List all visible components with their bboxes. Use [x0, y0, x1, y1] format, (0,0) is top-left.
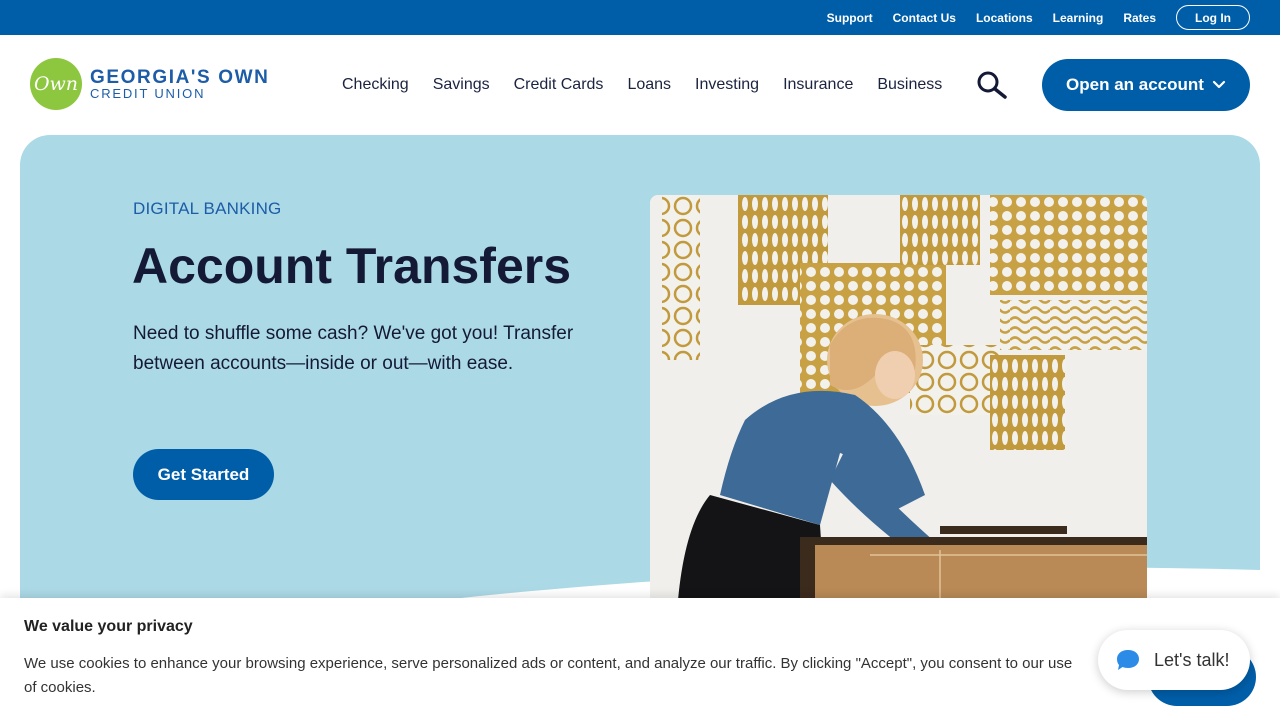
nav-item-investing[interactable]: Investing [695, 76, 759, 94]
utility-link-support[interactable]: Support [827, 11, 873, 25]
utility-links: Support Contact Us Locations Learning Ra… [807, 0, 1250, 35]
main-header: Own GEORGIA'S OWN CREDIT UNION Checking … [0, 35, 1280, 135]
hero-eyebrow: DIGITAL BANKING [133, 199, 282, 218]
search-icon [977, 71, 1007, 99]
logo-mark: Own [30, 58, 82, 110]
chat-bubble-icon [1117, 650, 1139, 670]
utility-link-learning[interactable]: Learning [1053, 11, 1104, 25]
open-account-label: Open an account [1066, 75, 1204, 94]
nav-item-credit-cards[interactable]: Credit Cards [514, 76, 604, 94]
page-title: Account Transfers [132, 238, 572, 294]
nav-item-insurance[interactable]: Insurance [783, 76, 853, 94]
site-logo[interactable]: Own GEORGIA'S OWN CREDIT UNION [30, 58, 269, 110]
chevron-down-icon [1212, 80, 1226, 89]
cookie-title: We value your privacy [24, 618, 193, 635]
utility-link-rates[interactable]: Rates [1123, 11, 1156, 25]
logo-wordmark: GEORGIA'S OWN CREDIT UNION [90, 68, 269, 101]
open-account-button[interactable]: Open an account [1042, 59, 1250, 111]
utility-link-locations[interactable]: Locations [976, 11, 1033, 25]
utility-bar: Support Contact Us Locations Learning Ra… [0, 0, 1280, 35]
cookie-text: We use cookies to enhance your browsing … [24, 655, 1073, 696]
get-started-button[interactable]: Get Started [133, 449, 274, 500]
logo-line-1: GEORGIA'S OWN [90, 66, 270, 88]
cookie-banner: We value your privacy We use cookies to … [0, 598, 1280, 720]
main-nav: Checking Savings Credit Cards Loans Inve… [330, 35, 954, 135]
logo-line-2: CREDIT UNION [90, 85, 206, 101]
nav-item-savings[interactable]: Savings [433, 76, 490, 94]
nav-item-checking[interactable]: Checking [342, 76, 409, 94]
hero-illustration [650, 195, 1147, 600]
hero-description: Need to shuffle some cash? We've got you… [133, 323, 574, 374]
nav-item-business[interactable]: Business [877, 76, 942, 94]
chat-bubble[interactable]: Let's talk! [1098, 630, 1250, 690]
utility-link-contact-us[interactable]: Contact Us [893, 11, 956, 25]
search-button[interactable] [976, 71, 1008, 99]
login-button[interactable]: Log In [1176, 5, 1250, 30]
nav-item-loans[interactable]: Loans [627, 76, 671, 94]
hero-photo [650, 195, 1147, 600]
chat-label: Let's talk! [1154, 649, 1230, 670]
